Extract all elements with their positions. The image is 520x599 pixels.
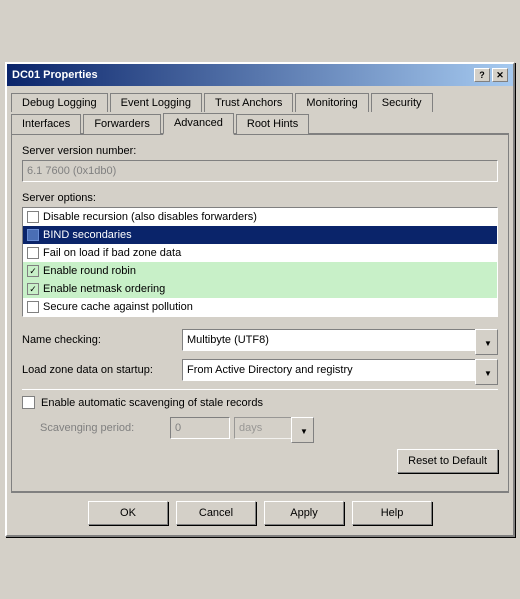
name-checking-label: Name checking:: [22, 334, 182, 346]
panel-advanced: Server version number: Server options: D…: [11, 135, 509, 492]
name-checking-select[interactable]: Multibyte (UTF8)Strict RFC (ANSI)Non RFC…: [182, 329, 498, 351]
server-version-label: Server version number:: [22, 145, 498, 157]
scavenging-period-row: Scavenging period: days: [22, 417, 498, 439]
server-version-input: [22, 160, 498, 182]
checkbox-secure-cache[interactable]: [27, 301, 39, 313]
load-zone-select[interactable]: From Active Directory and registryFrom r…: [182, 359, 498, 381]
reset-row: Reset to Default: [22, 449, 498, 473]
option-label-round-robin: Enable round robin: [43, 265, 136, 277]
server-options-group: Server options: Disable recursion (also …: [22, 192, 498, 317]
option-label-bind-secondaries: BIND secondaries: [43, 229, 132, 241]
divider-1: [22, 389, 498, 390]
name-checking-select-wrapper: Multibyte (UTF8)Strict RFC (ANSI)Non RFC…: [182, 329, 498, 351]
option-bind-secondaries[interactable]: BIND secondaries: [23, 226, 497, 244]
help-button[interactable]: ?: [474, 68, 490, 82]
option-label-secure-cache: Secure cache against pollution: [43, 301, 193, 313]
reset-button[interactable]: Reset to Default: [397, 449, 498, 473]
tab-trust-anchors[interactable]: Trust Anchors: [204, 93, 293, 112]
tab-forwarders[interactable]: Forwarders: [83, 114, 161, 134]
checkbox-disable-recursion[interactable]: [27, 211, 39, 223]
load-zone-label: Load zone data on startup:: [22, 364, 182, 376]
bottom-buttons: OK Cancel Apply Help: [11, 492, 509, 531]
auto-scavenging-row[interactable]: Enable automatic scavenging of stale rec…: [22, 396, 498, 409]
tab-debug-logging[interactable]: Debug Logging: [11, 93, 108, 112]
checkbox-round-robin[interactable]: [27, 265, 39, 277]
tab-event-logging[interactable]: Event Logging: [110, 93, 202, 112]
cancel-button[interactable]: Cancel: [176, 501, 256, 525]
option-round-robin[interactable]: Enable round robin: [23, 262, 497, 280]
option-label-netmask-ordering: Enable netmask ordering: [43, 283, 165, 295]
window-title: DC01 Properties: [12, 69, 98, 81]
ok-button[interactable]: OK: [88, 501, 168, 525]
option-label-disable-recursion: Disable recursion (also disables forward…: [43, 211, 257, 223]
scavenging-period-input: [170, 417, 230, 439]
tab-advanced[interactable]: Advanced: [163, 113, 234, 135]
option-disable-recursion[interactable]: Disable recursion (also disables forward…: [23, 208, 497, 226]
checkbox-netmask-ordering[interactable]: [27, 283, 39, 295]
tab-root-hints[interactable]: Root Hints: [236, 114, 309, 134]
scavenging-period-label: Scavenging period:: [40, 422, 170, 434]
apply-button[interactable]: Apply: [264, 501, 344, 525]
tab-interfaces[interactable]: Interfaces: [11, 114, 81, 134]
auto-scavenging-label: Enable automatic scavenging of stale rec…: [41, 397, 263, 409]
checkbox-fail-on-load[interactable]: [27, 247, 39, 259]
server-options-list: Disable recursion (also disables forward…: [22, 207, 498, 317]
title-bar: DC01 Properties ? ✕: [7, 64, 513, 86]
option-fail-on-load[interactable]: Fail on load if bad zone data: [23, 244, 497, 262]
help-dialog-button[interactable]: Help: [352, 501, 432, 525]
option-label-fail-on-load: Fail on load if bad zone data: [43, 247, 181, 259]
checkbox-bind-secondaries[interactable]: [27, 229, 39, 241]
scavenging-unit-wrapper: days: [234, 417, 314, 439]
tab-security[interactable]: Security: [371, 93, 433, 112]
tabs-row-2: Interfaces Forwarders Advanced Root Hint…: [11, 111, 509, 135]
load-zone-select-wrapper: From Active Directory and registryFrom r…: [182, 359, 498, 381]
scavenging-unit-select: days: [234, 417, 314, 439]
load-zone-control: From Active Directory and registryFrom r…: [182, 359, 498, 381]
tabs-row-1: Debug Logging Event Logging Trust Anchor…: [11, 90, 509, 111]
server-options-label: Server options:: [22, 192, 498, 204]
load-zone-row: Load zone data on startup: From Active D…: [22, 359, 498, 381]
tab-monitoring[interactable]: Monitoring: [295, 93, 368, 112]
option-secure-cache[interactable]: Secure cache against pollution: [23, 298, 497, 316]
main-window: DC01 Properties ? ✕ Debug Logging Event …: [5, 62, 515, 537]
window-content: Debug Logging Event Logging Trust Anchor…: [7, 86, 513, 535]
auto-scavenging-checkbox[interactable]: [22, 396, 35, 409]
name-checking-control: Multibyte (UTF8)Strict RFC (ANSI)Non RFC…: [182, 329, 498, 351]
close-button[interactable]: ✕: [492, 68, 508, 82]
option-netmask-ordering[interactable]: Enable netmask ordering: [23, 280, 497, 298]
server-version-group: Server version number:: [22, 145, 498, 182]
name-checking-row: Name checking: Multibyte (UTF8)Strict RF…: [22, 329, 498, 351]
title-bar-buttons: ? ✕: [474, 68, 508, 82]
